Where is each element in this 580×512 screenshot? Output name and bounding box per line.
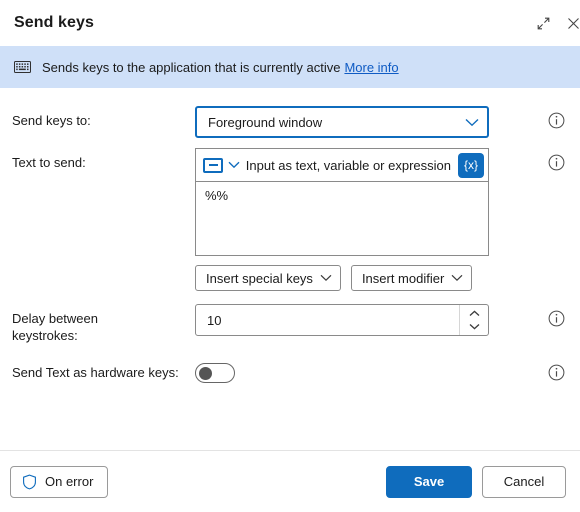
text-input-mode-icon[interactable] — [203, 157, 240, 173]
insert-modifier-button[interactable]: Insert modifier — [350, 265, 473, 291]
info-icon[interactable] — [548, 154, 565, 171]
shield-icon — [22, 474, 37, 490]
hardware-keys-label: Send Text as hardware keys: — [12, 365, 179, 380]
chevron-down-icon[interactable] — [469, 320, 480, 333]
info-icon[interactable] — [548, 310, 565, 327]
hardware-keys-field — [195, 363, 532, 383]
delay-info — [532, 304, 580, 327]
delay-label-line2: keystrokes: — [12, 328, 78, 343]
delay-label-line1: Delay between — [12, 311, 98, 326]
cancel-button[interactable]: Cancel — [482, 465, 566, 498]
on-error-button[interactable]: On error — [10, 465, 109, 498]
send-keys-to-field: Foreground window — [195, 106, 532, 138]
chevron-down-icon — [228, 161, 240, 169]
chevron-up-icon[interactable] — [469, 307, 480, 320]
insert-modifier-label: Insert modifier — [361, 270, 445, 286]
delay-spinner[interactable]: 10 — [195, 304, 489, 336]
text-to-send-hint: Input as text, variable or expression — [245, 157, 451, 173]
save-button[interactable]: Save — [386, 465, 472, 498]
hardware-keys-info — [532, 363, 580, 381]
delay-input[interactable]: 10 — [196, 305, 459, 335]
keyboard-icon — [14, 61, 31, 73]
field-row-delay: Delay between keystrokes: 10 — [0, 304, 580, 344]
text-to-send-info — [532, 148, 580, 171]
dialog-titlebar: Send keys — [0, 0, 580, 46]
send-keys-to-select[interactable]: Foreground window — [195, 106, 489, 138]
text-to-send-input[interactable]: %% — [195, 181, 489, 256]
send-keys-to-label: Send keys to: — [12, 113, 91, 128]
chevron-down-icon — [451, 274, 463, 282]
toggle-knob — [199, 366, 212, 380]
insert-special-keys-label: Insert special keys — [206, 270, 313, 286]
delay-spinner-arrows — [459, 305, 488, 335]
info-banner-text: Sends keys to the application that is cu… — [42, 59, 341, 75]
send-keys-to-info — [532, 106, 580, 129]
info-icon[interactable] — [548, 364, 565, 381]
more-info-link[interactable]: More info — [344, 60, 398, 75]
form-body: Send keys to: Foreground window Text to … — [0, 106, 580, 383]
text-to-send-field: Input as text, variable or expression {x… — [195, 148, 532, 291]
info-icon[interactable] — [548, 112, 565, 129]
variable-picker-button[interactable]: {x} — [458, 152, 484, 178]
page-title: Send keys — [14, 14, 95, 31]
text-to-send-toolbar: Input as text, variable or expression {x… — [195, 148, 489, 181]
field-row-send-keys-to: Send keys to: Foreground window — [0, 106, 580, 138]
insert-buttons-row: Insert special keys Insert modifier — [195, 265, 532, 291]
expand-diagonal-icon[interactable] — [528, 8, 558, 38]
send-keys-to-value: Foreground window — [208, 114, 323, 130]
insert-special-keys-button[interactable]: Insert special keys — [195, 265, 341, 291]
on-error-label: On error — [45, 474, 94, 489]
field-row-text-to-send: Text to send: Input as text, variable or… — [0, 148, 580, 291]
chevron-down-icon — [320, 274, 332, 282]
hardware-keys-toggle[interactable] — [195, 363, 235, 383]
text-to-send-editor: Input as text, variable or expression {x… — [195, 148, 489, 256]
delay-field: 10 — [195, 304, 532, 336]
delay-label: Delay between keystrokes: — [12, 304, 195, 344]
text-to-send-label: Text to send: — [12, 155, 86, 170]
dialog-footer: On error Save Cancel — [0, 451, 580, 512]
close-icon[interactable] — [558, 8, 580, 38]
field-row-hardware-keys: Send Text as hardware keys: — [0, 363, 580, 383]
chevron-down-icon — [465, 118, 479, 127]
info-banner: Sends keys to the application that is cu… — [0, 46, 580, 88]
